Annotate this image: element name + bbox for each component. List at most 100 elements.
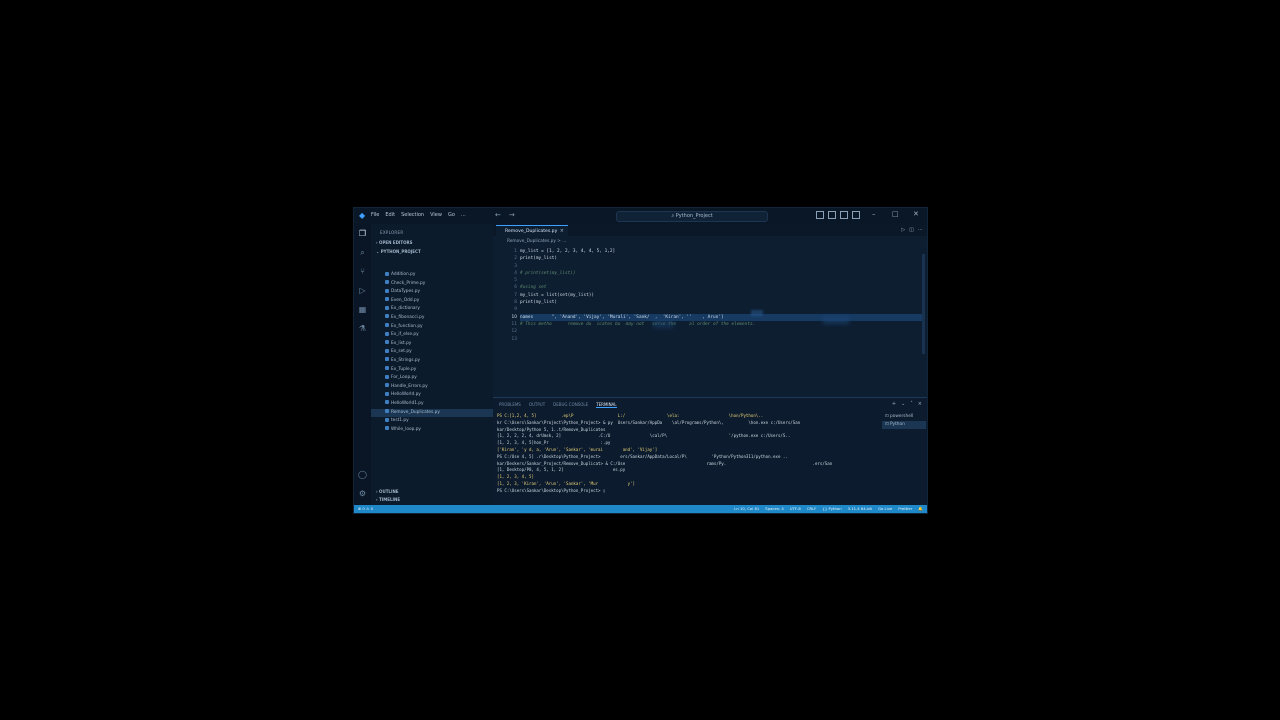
close-button[interactable]: ✕ [913, 210, 919, 218]
python-file-icon [385, 357, 389, 362]
menu-file[interactable]: File [371, 212, 379, 218]
file-item[interactable]: Ex_fibonacci.py [385, 314, 493, 323]
status-item[interactable]: Spaces: 4 [765, 506, 783, 511]
python-file-icon [385, 348, 389, 353]
file-item[interactable]: Ex_dictionary [385, 305, 493, 314]
menu-edit[interactable]: Edit [385, 212, 395, 218]
close-panel-icon[interactable]: × [918, 401, 922, 407]
status-item[interactable]: UTF-8 [790, 506, 801, 511]
panel-tab[interactable]: TERMINAL [596, 402, 617, 408]
back-arrow-icon[interactable]: ← [495, 211, 501, 219]
maximize-button[interactable]: □ [892, 210, 899, 218]
minimap[interactable] [922, 254, 925, 354]
tab-remove-duplicates[interactable]: Remove_Duplicates.py × [496, 225, 568, 236]
code-line: my_list = list(set(my_list)) [520, 292, 595, 298]
line-number: 1 [514, 249, 517, 254]
file-item[interactable]: Ex_set.py [385, 348, 493, 357]
file-name: test1.py [391, 418, 409, 424]
file-name: Ex_set.py [391, 349, 412, 355]
blur-artifact [751, 310, 763, 316]
panel-tab[interactable]: DEBUG CONSOLE [553, 402, 588, 408]
status-item[interactable]: {} Python [822, 506, 841, 511]
terminal-instance[interactable]: ⊡ powershell [882, 413, 926, 421]
menu-selection[interactable]: Selection [401, 212, 424, 218]
file-item[interactable]: HelloWorld.py [385, 391, 493, 400]
tab-close-icon[interactable]: × [560, 226, 564, 237]
settings-gear-icon[interactable]: ⚙ [358, 489, 367, 498]
menu-go[interactable]: Go [448, 212, 455, 218]
terminal-dropdown-icon[interactable]: ⌄ [901, 401, 905, 407]
panel-tabs: PROBLEMS OUTPUT DEBUG CONSOLE TERMINAL [499, 402, 617, 408]
command-center-search[interactable]: ⌕ Python_Project [616, 211, 768, 222]
panel-tab[interactable]: OUTPUT [529, 402, 545, 408]
more-actions-icon[interactable]: ⋯ [918, 227, 923, 233]
line-number: 4 [514, 270, 517, 276]
minimize-button[interactable]: – [872, 210, 876, 218]
terminal-output[interactable]: PS C:[1,2, 4, 5] .ep\P L:/ \ela: \hon/Py… [497, 413, 877, 495]
terminal-line: [1, Desktop/P8, 4, 5, 1, 2] es.py [497, 467, 626, 473]
problems-status[interactable]: ⊗ 0 ⚠ 0 [358, 506, 373, 511]
toggle-secondary-sidebar-icon[interactable] [840, 211, 848, 219]
code-editor[interactable]: my_list = [1, 2, 2, 3, 4, 4, 5, 1,2] prin… [520, 248, 925, 343]
source-control-icon[interactable]: ⑂ [358, 267, 367, 276]
explorer-icon[interactable]: ❐ [358, 229, 367, 238]
file-item[interactable]: Ex_list.py [385, 340, 493, 349]
panel-tab[interactable]: PROBLEMS [499, 402, 521, 408]
file-item[interactable]: Even_Odd.py [385, 297, 493, 306]
outline-section[interactable]: › OUTLINE [376, 489, 399, 494]
vscode-logo-icon: ◆ [359, 211, 366, 220]
forward-arrow-icon[interactable]: → [509, 211, 515, 219]
project-folder[interactable]: ⌄ PYTHON_PROJECT [376, 249, 421, 254]
testing-icon[interactable]: ⚗ [358, 324, 367, 333]
status-item[interactable]: 🔔 [918, 506, 923, 511]
status-item[interactable]: 3.11.4 64-bit [848, 506, 872, 511]
search-icon[interactable]: ⌕ [358, 248, 367, 257]
nav-arrows: ← → [495, 211, 515, 219]
explorer-title: EXPLORER [380, 230, 404, 235]
customize-layout-icon[interactable] [852, 211, 860, 219]
timeline-section[interactable]: › TIMELINE [376, 497, 400, 502]
open-editors-section[interactable]: › OPEN EDITORS [376, 240, 412, 245]
file-item[interactable]: While_loop.py [385, 426, 493, 435]
menu-view[interactable]: View [430, 212, 442, 218]
status-item[interactable]: CRLF [807, 506, 817, 511]
status-bar: ⊗ 0 ⚠ 0 Ln 10, Col 81 Spaces: 4 UTF-8 CRLF {… [354, 505, 927, 513]
file-item[interactable]: DataTypes.py [385, 288, 493, 297]
file-item[interactable]: Addition.py [385, 271, 493, 280]
toggle-panel-icon[interactable] [828, 211, 836, 219]
terminal-line: [1, 2, 3, 'Kiran', 'Arun', 'Sankar', 'Mu… [497, 480, 636, 486]
file-item[interactable]: test1.py [385, 417, 493, 426]
breadcrumb[interactable]: Remove_Duplicates.py > ... [507, 239, 566, 244]
file-item[interactable]: Ex_Strings.py [385, 357, 493, 366]
file-item[interactable]: Ex_if_else.py [385, 331, 493, 340]
line-number: 5 [514, 278, 517, 284]
run-debug-icon[interactable]: ▷ [358, 286, 367, 295]
file-item[interactable]: HelloWorld1.py [385, 400, 493, 409]
terminal-line: [1, 2, 2, 2, 4, drUmsk, 2] .C:/U \cal/P\… [497, 433, 791, 439]
file-item[interactable]: Ex_function.py [385, 323, 493, 332]
file-name: Ex_Tuple.py [391, 366, 417, 372]
terminal-line: kar/Deskers/Sankar_Project/Remove_Duplic… [497, 460, 833, 466]
account-icon[interactable]: ◯ [358, 470, 367, 479]
terminal-instance[interactable]: ⊡ Python [882, 421, 926, 429]
file-item[interactable]: For_Loop.py [385, 374, 493, 383]
toggle-sidebar-icon[interactable] [816, 211, 824, 219]
status-item[interactable]: Go Live [878, 506, 892, 511]
file-item[interactable]: Check_Prime.py [385, 280, 493, 289]
file-item[interactable]: Handle_Errors.py [385, 383, 493, 392]
status-item[interactable]: Prettier [898, 506, 912, 511]
code-line: print(my_list) [520, 300, 558, 306]
file-item[interactable]: Remove_Duplicates.py [371, 408, 493, 418]
timeline-label: TIMELINE [379, 497, 401, 502]
file-name: Handle_Errors.py [391, 383, 428, 389]
file-name: Addition.py [391, 272, 416, 277]
split-editor-icon[interactable]: ◫ [909, 227, 914, 233]
maximize-panel-icon[interactable]: ˄ [910, 401, 913, 407]
menu-more[interactable]: ... [461, 212, 466, 218]
file-item[interactable]: Ex_Tuple.py [385, 366, 493, 375]
status-item[interactable]: Ln 10, Col 81 [734, 506, 759, 511]
extensions-icon[interactable]: ▦ [358, 305, 367, 314]
new-terminal-icon[interactable]: + [892, 401, 896, 407]
run-python-icon[interactable]: ▷ [901, 227, 905, 233]
